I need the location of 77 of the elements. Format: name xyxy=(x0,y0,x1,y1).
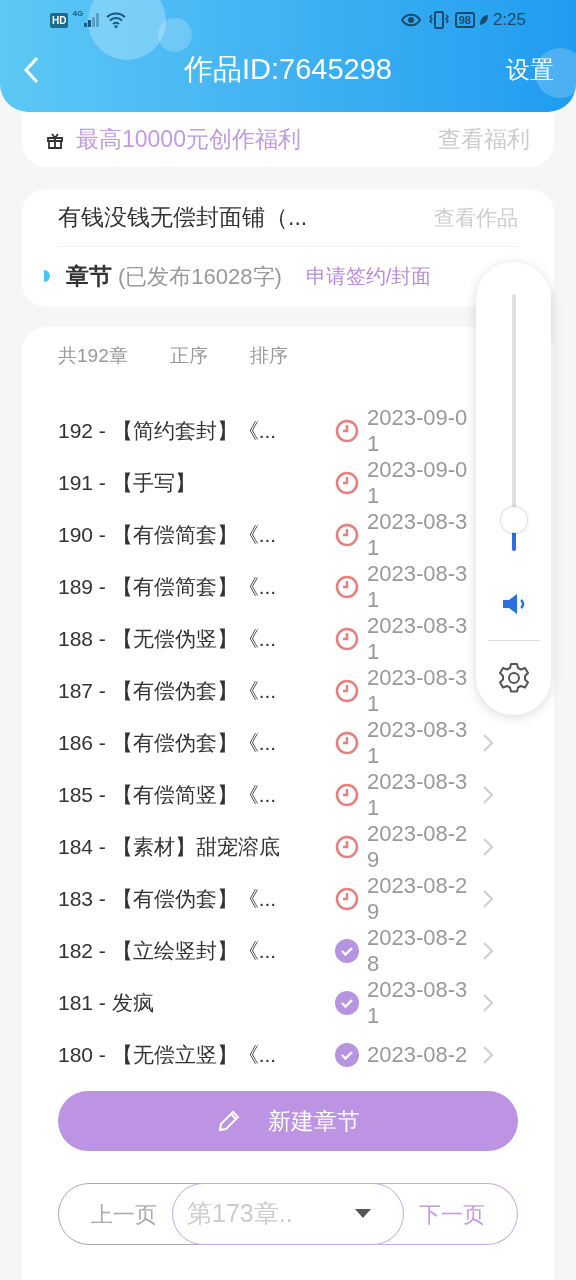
clock-icon xyxy=(334,627,359,651)
work-title: 有钱没钱无偿封面铺（... xyxy=(58,203,308,233)
pencil-icon xyxy=(216,1108,242,1134)
chapter-date: 2023-08-31 xyxy=(367,665,469,717)
chevron-icon xyxy=(483,1046,493,1064)
battery-indicator: 98 xyxy=(454,12,475,28)
chevron-icon xyxy=(483,890,493,908)
clock-icon xyxy=(334,731,359,755)
chapter-title: 191 - 【手写】 xyxy=(58,470,197,497)
caret-icon xyxy=(355,1209,371,1219)
speaker-icon[interactable] xyxy=(500,592,527,616)
chapter-row[interactable]: 182 - 【立绘竖封】《... 2023-08-28 xyxy=(58,925,518,977)
vibrate-icon xyxy=(428,11,449,29)
chapter-row[interactable]: 186 - 【有偿伪套】《... 2023-08-31 xyxy=(58,717,518,769)
chapter-date: 2023-09-01 xyxy=(367,457,469,509)
chapter-title: 189 - 【有偿简套】《... xyxy=(58,574,278,601)
clock-icon xyxy=(334,783,359,807)
section-marker xyxy=(44,270,50,282)
chapter-date: 2023-08-31 xyxy=(367,509,469,561)
clock-icon xyxy=(334,575,359,599)
benefit-text: 最高10000元创作福利 xyxy=(76,125,301,155)
chapter-row[interactable]: 181 - 发疯 2023-08-31 xyxy=(58,977,518,1029)
check-icon xyxy=(334,991,359,1015)
chapter-title: 181 - 发疯 xyxy=(58,990,155,1017)
chapter-date: 2023-08-29 xyxy=(367,821,469,873)
hd-indicator: HD xyxy=(50,12,69,28)
chapter-title: 180 - 【无偿立竖】《... xyxy=(58,1042,278,1069)
section-label: 章节 xyxy=(66,261,112,291)
chapter-title: 185 - 【有偿简竖】《... xyxy=(58,782,278,809)
chapter-count: 共192章 xyxy=(58,343,128,368)
clock-time: 2:25 xyxy=(492,9,526,32)
chapter-row[interactable]: 185 - 【有偿简竖】《... 2023-08-31 xyxy=(58,769,518,821)
check-icon xyxy=(334,939,359,963)
chapter-date: 2023-08-31 xyxy=(367,561,469,613)
chapter-row[interactable]: 191 - 【手写】 2023-09-01 xyxy=(58,457,518,509)
chapter-title: 186 - 【有偿伪套】《... xyxy=(58,730,278,757)
chapter-row[interactable]: 180 - 【无偿立竖】《... 2023-08-2 xyxy=(58,1029,518,1079)
check-icon xyxy=(334,1043,359,1067)
chapter-row[interactable]: 190 - 【有偿简套】《... 2023-08-31 xyxy=(58,509,518,561)
clock-icon xyxy=(334,835,359,859)
chapter-row[interactable]: 184 - 【素材】甜宠溶底 2023-08-29 xyxy=(58,821,518,873)
chevron-icon xyxy=(483,838,493,856)
chapter-date: 2023-08-2 xyxy=(367,1042,469,1068)
network-indicator: 4G xyxy=(72,8,84,20)
chevron-icon xyxy=(483,994,493,1012)
chapter-title: 192 - 【简约套封】《... xyxy=(58,418,278,445)
clock-icon xyxy=(334,679,359,703)
signal-icon xyxy=(84,13,101,27)
chapter-title: 187 - 【有偿伪套】《... xyxy=(58,678,278,705)
chapter-row[interactable]: 192 - 【简约套封】《... 2023-09-01 xyxy=(58,405,518,457)
clock-icon xyxy=(334,471,359,495)
settings-icon[interactable] xyxy=(496,661,531,695)
chevron-icon xyxy=(483,942,493,960)
chapter-title: 190 - 【有偿简套】《... xyxy=(58,522,278,549)
chapter-date: 2023-08-31 xyxy=(367,769,469,821)
chapter-date: 2023-08-28 xyxy=(367,925,469,977)
chapter-date: 2023-08-29 xyxy=(367,873,469,925)
chapter-row[interactable]: 189 - 【有偿简套】《... 2023-08-31 xyxy=(58,561,518,613)
eye-icon xyxy=(400,13,421,27)
chapter-title: 188 - 【无偿伪竖】《... xyxy=(58,626,278,653)
chapter-date: 2023-08-31 xyxy=(367,613,469,665)
wifi-icon xyxy=(106,12,127,28)
leaf-icon xyxy=(478,14,489,26)
chevron-icon xyxy=(483,786,493,804)
page-title: 作品ID:7645298 xyxy=(183,52,392,88)
chapter-row[interactable]: 183 - 【有偿伪套】《... 2023-08-29 xyxy=(58,873,518,925)
clock-icon xyxy=(334,419,359,443)
clock-icon xyxy=(334,523,359,547)
chapter-date: 2023-08-31 xyxy=(367,977,469,1029)
chevron-icon xyxy=(483,734,493,752)
chapter-date: 2023-08-31 xyxy=(367,717,469,769)
chapter-date: 2023-09-01 xyxy=(367,405,469,457)
clock-icon xyxy=(334,887,359,911)
chapter-title: 182 - 【立绘竖封】《... xyxy=(58,938,278,965)
chapter-title: 183 - 【有偿伪套】《... xyxy=(58,886,278,913)
chapter-title: 184 - 【素材】甜宠溶底 xyxy=(58,834,281,861)
word-count: (已发布16028字) xyxy=(118,262,282,291)
